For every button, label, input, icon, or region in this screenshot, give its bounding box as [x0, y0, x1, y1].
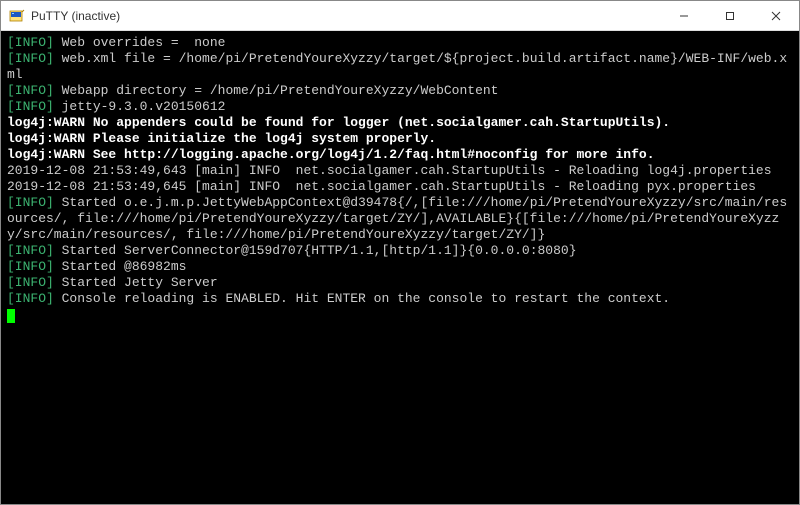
- log-text: log4j:WARN No appenders could be found f…: [7, 115, 670, 130]
- log-text: Webapp directory = /home/pi/PretendYoure…: [54, 83, 499, 98]
- log-text: log4j:WARN Please initialize the log4j s…: [7, 131, 436, 146]
- terminal-line: [INFO] Console reloading is ENABLED. Hit…: [7, 291, 793, 307]
- terminal-output[interactable]: [INFO] Web overrides = none[INFO] web.xm…: [1, 31, 799, 504]
- log-text: Started Jetty Server: [54, 275, 218, 290]
- log-text: 2019-12-08 21:53:49,643 [main] INFO net.…: [7, 163, 772, 178]
- terminal-line: log4j:WARN Please initialize the log4j s…: [7, 131, 793, 147]
- terminal-line: log4j:WARN No appenders could be found f…: [7, 115, 793, 131]
- log-text: Console reloading is ENABLED. Hit ENTER …: [54, 291, 670, 306]
- window-controls: [661, 1, 799, 30]
- putty-icon: [9, 8, 25, 24]
- info-tag: [INFO]: [7, 195, 54, 210]
- info-tag: [INFO]: [7, 291, 54, 306]
- terminal-line: [INFO] Started Jetty Server: [7, 275, 793, 291]
- titlebar[interactable]: PuTTY (inactive): [1, 1, 799, 31]
- maximize-button[interactable]: [707, 1, 753, 30]
- terminal-line: log4j:WARN See http://logging.apache.org…: [7, 147, 793, 163]
- minimize-button[interactable]: [661, 1, 707, 30]
- log-text: Web overrides = none: [54, 35, 226, 50]
- cursor-line: [7, 307, 793, 323]
- terminal-line: [INFO] Started @86982ms: [7, 259, 793, 275]
- terminal-line: [INFO] jetty-9.3.0.v20150612: [7, 99, 793, 115]
- log-text: Started @86982ms: [54, 259, 187, 274]
- close-button[interactable]: [753, 1, 799, 30]
- terminal-line: [INFO] Webapp directory = /home/pi/Prete…: [7, 83, 793, 99]
- window-title: PuTTY (inactive): [31, 9, 120, 23]
- info-tag: [INFO]: [7, 51, 54, 66]
- info-tag: [INFO]: [7, 35, 54, 50]
- putty-window: PuTTY (inactive) [INFO] Web overrides = …: [0, 0, 800, 505]
- log-text: jetty-9.3.0.v20150612: [54, 99, 226, 114]
- info-tag: [INFO]: [7, 259, 54, 274]
- terminal-line: 2019-12-08 21:53:49,645 [main] INFO net.…: [7, 179, 793, 195]
- terminal-line: [INFO] Started ServerConnector@159d707{H…: [7, 243, 793, 259]
- log-text: Started ServerConnector@159d707{HTTP/1.1…: [54, 243, 577, 258]
- terminal-line: [INFO] web.xml file = /home/pi/PretendYo…: [7, 51, 793, 83]
- terminal-line: [INFO] Web overrides = none: [7, 35, 793, 51]
- info-tag: [INFO]: [7, 99, 54, 114]
- terminal-line: [INFO] Started o.e.j.m.p.JettyWebAppCont…: [7, 195, 793, 243]
- info-tag: [INFO]: [7, 243, 54, 258]
- log-text: log4j:WARN See http://logging.apache.org…: [7, 147, 655, 162]
- terminal-line: 2019-12-08 21:53:49,643 [main] INFO net.…: [7, 163, 793, 179]
- log-text: Started o.e.j.m.p.JettyWebAppContext@d39…: [7, 195, 787, 242]
- log-text: 2019-12-08 21:53:49,645 [main] INFO net.…: [7, 179, 756, 194]
- log-text: web.xml file = /home/pi/PretendYoureXyzz…: [7, 51, 787, 82]
- cursor-block: [7, 309, 15, 323]
- info-tag: [INFO]: [7, 275, 54, 290]
- info-tag: [INFO]: [7, 83, 54, 98]
